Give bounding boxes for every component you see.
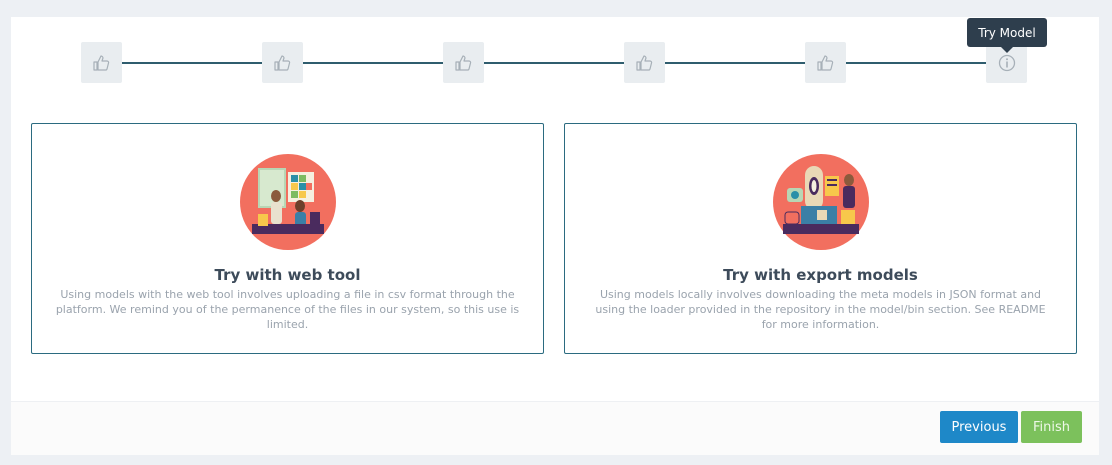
step-connector xyxy=(665,62,805,64)
step-connector xyxy=(484,62,624,64)
option-description: Using models locally involves downloadin… xyxy=(595,288,1046,331)
thumbs-up-icon xyxy=(92,54,109,71)
wizard-step-5[interactable] xyxy=(805,42,846,83)
option-description: Using models with the web tool involves … xyxy=(55,288,520,331)
step-connector xyxy=(846,62,986,64)
previous-button[interactable]: Previous xyxy=(940,411,1018,443)
export-models-option-card[interactable]: Try with export models Using models loca… xyxy=(564,123,1077,354)
wizard-step-1[interactable] xyxy=(81,42,122,83)
step-connector xyxy=(303,62,443,64)
web-tool-option-card[interactable]: Try with web tool Using models with the … xyxy=(31,123,544,354)
step-tooltip: Try Model xyxy=(967,18,1047,47)
thumbs-up-icon xyxy=(454,54,471,71)
people-with-puzzle-board-illustration xyxy=(240,154,336,250)
info-icon xyxy=(998,54,1015,71)
wizard-step-3[interactable] xyxy=(443,42,484,83)
wizard-panel: Try Model Try with web tool Using models… xyxy=(11,17,1099,455)
wizard-footer xyxy=(11,401,1099,455)
machine-with-worker-illustration xyxy=(773,154,869,250)
thumbs-up-icon xyxy=(635,54,652,71)
option-title: Try with web tool xyxy=(214,266,361,284)
finish-button[interactable]: Finish xyxy=(1021,411,1082,443)
wizard-step-4[interactable] xyxy=(624,42,665,83)
thumbs-up-icon xyxy=(273,54,290,71)
thumbs-up-icon xyxy=(816,54,833,71)
option-title: Try with export models xyxy=(723,266,918,284)
tooltip-arrow xyxy=(1001,47,1013,53)
step-connector xyxy=(122,62,262,64)
wizard-step-2[interactable] xyxy=(262,42,303,83)
